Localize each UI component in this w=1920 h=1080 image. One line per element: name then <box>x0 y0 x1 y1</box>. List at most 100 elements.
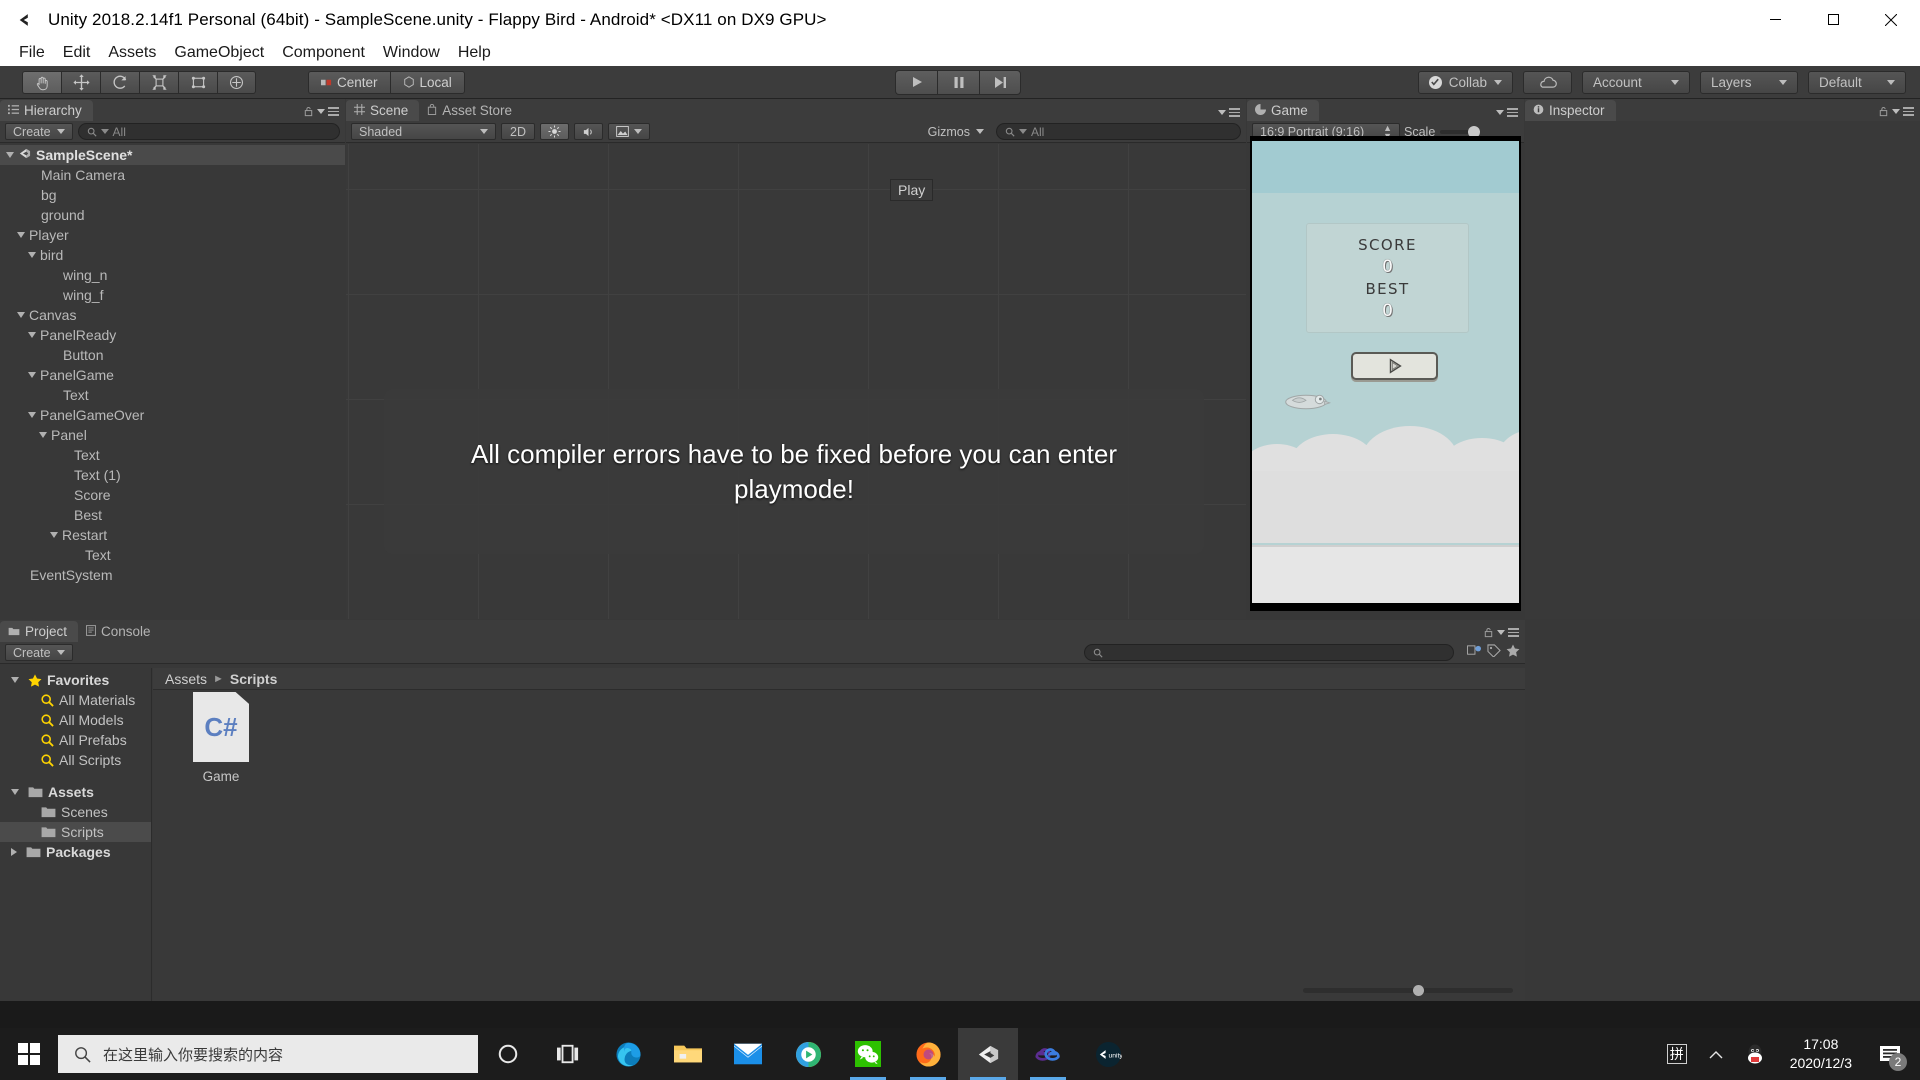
game-viewport[interactable]: SCORE 0 BEST 0 <box>1250 136 1521 611</box>
account-button[interactable]: Account <box>1582 70 1690 94</box>
hierarchy-item[interactable]: Button <box>0 345 345 365</box>
tray-qq-icon[interactable] <box>1736 1028 1774 1080</box>
scene-panel-menu[interactable] <box>1218 108 1240 117</box>
scene-viewport[interactable]: All compiler errors have to be fixed bef… <box>346 144 1246 619</box>
hierarchy-item[interactable]: SampleScene* <box>0 145 345 165</box>
project-tree-item[interactable]: Assets <box>0 782 151 802</box>
tab-inspector[interactable]: Inspector <box>1525 100 1616 121</box>
hierarchy-item[interactable]: Main Camera <box>0 165 345 185</box>
project-tree-item[interactable]: All Scripts <box>0 750 151 770</box>
chevron-down-icon[interactable] <box>28 412 36 418</box>
pivot-mode-button[interactable]: Center <box>308 70 390 94</box>
cloud-services-button[interactable] <box>1523 70 1572 94</box>
hierarchy-item[interactable]: PanelGame <box>0 365 345 385</box>
close-button[interactable] <box>1862 0 1920 39</box>
game-restart-button[interactable] <box>1351 352 1438 380</box>
rect-tool-icon[interactable] <box>178 70 217 94</box>
tray-overflow-chevron-icon[interactable] <box>1700 1028 1732 1080</box>
space-mode-button[interactable]: Local <box>389 70 465 94</box>
project-asset-browser[interactable]: Assets ► Scripts C# Game <box>153 668 1525 1001</box>
taskbar-app-unity-hub[interactable]: unity <box>1078 1028 1138 1080</box>
tab-asset-store[interactable]: Asset Store <box>419 100 524 121</box>
menu-window[interactable]: Window <box>374 41 449 65</box>
scene-effects-toggle[interactable] <box>607 123 650 140</box>
favorite-star-icon[interactable] <box>1506 643 1520 662</box>
chevron-down-icon[interactable] <box>11 677 19 683</box>
asset-size-slider[interactable] <box>1303 985 1513 996</box>
hierarchy-item[interactable]: bg <box>0 185 345 205</box>
scene-search-input[interactable]: All <box>996 123 1241 140</box>
chevron-down-icon[interactable] <box>28 252 36 258</box>
project-tree-item[interactable]: All Models <box>0 710 151 730</box>
hierarchy-tree[interactable]: SampleScene* Main Camera bg ground Player bir… <box>0 143 345 585</box>
scene-lighting-toggle[interactable] <box>539 123 569 140</box>
chevron-down-icon[interactable] <box>28 372 36 378</box>
chevron-right-icon[interactable] <box>11 848 17 856</box>
hierarchy-item[interactable]: ground <box>0 205 345 225</box>
taskbar-app-unity-editor[interactable] <box>958 1028 1018 1080</box>
action-center-button[interactable]: 2 <box>1868 1028 1912 1080</box>
scene-2d-toggle[interactable]: 2D <box>501 123 535 140</box>
hierarchy-item[interactable]: wing_n <box>0 265 345 285</box>
taskbar-app-media-player[interactable] <box>778 1028 838 1080</box>
rotate-tool-icon[interactable] <box>100 70 139 94</box>
breadcrumb-assets[interactable]: Assets <box>165 671 207 687</box>
taskbar-search-input[interactable]: 在这里输入你要搜索的内容 <box>58 1035 478 1073</box>
hierarchy-panel-menu[interactable] <box>303 106 339 117</box>
chevron-down-icon[interactable] <box>17 312 25 318</box>
chevron-down-icon[interactable] <box>17 232 25 238</box>
task-view-icon[interactable] <box>538 1028 598 1080</box>
taskbar-app-firefox[interactable] <box>898 1028 958 1080</box>
cortana-icon[interactable] <box>478 1028 538 1080</box>
hierarchy-item[interactable]: PanelGameOver <box>0 405 345 425</box>
menu-file[interactable]: File <box>10 41 54 65</box>
menu-edit[interactable]: Edit <box>54 41 100 65</box>
taskbar-app-wechat[interactable] <box>838 1028 898 1080</box>
taskbar-app-mail[interactable] <box>718 1028 778 1080</box>
project-tree-item[interactable]: Scripts <box>0 822 151 842</box>
project-tree-item[interactable]: Scenes <box>0 802 151 822</box>
hierarchy-item[interactable]: Best <box>0 505 345 525</box>
collab-button[interactable]: Collab <box>1417 70 1513 94</box>
start-button[interactable] <box>0 1028 58 1080</box>
hierarchy-item[interactable]: Score <box>0 485 345 505</box>
tab-project[interactable]: Project <box>0 621 79 642</box>
hierarchy-item[interactable]: Canvas <box>0 305 345 325</box>
chevron-down-icon[interactable] <box>6 152 14 158</box>
game-panel-menu[interactable] <box>1496 108 1518 117</box>
hand-tool-icon[interactable] <box>22 70 61 94</box>
hierarchy-item[interactable]: EventSystem <box>0 565 345 585</box>
pause-button[interactable] <box>937 69 979 95</box>
tab-game[interactable]: Game <box>1247 100 1319 121</box>
hierarchy-search-input[interactable]: All <box>77 123 340 140</box>
tab-scene[interactable]: Scene <box>346 100 420 121</box>
project-tree-item[interactable]: All Prefabs <box>0 730 151 750</box>
hierarchy-item[interactable]: Text <box>0 445 345 465</box>
taskbar-app-edge[interactable] <box>598 1028 658 1080</box>
hierarchy-item[interactable]: Restart <box>0 525 345 545</box>
inspector-panel-menu[interactable] <box>1878 106 1914 117</box>
hierarchy-create-button[interactable]: Create <box>5 123 73 140</box>
project-tree-item[interactable]: Packages <box>0 842 151 862</box>
taskbar-app-file-explorer[interactable] <box>658 1028 718 1080</box>
menu-component[interactable]: Component <box>273 41 374 65</box>
hierarchy-item[interactable]: Text <box>0 385 345 405</box>
maximize-button[interactable] <box>1804 0 1862 39</box>
project-create-button[interactable]: Create <box>5 644 73 661</box>
project-tree-item[interactable]: All Materials <box>0 690 151 710</box>
scene-draw-mode-dropdown[interactable]: Shaded <box>351 123 496 140</box>
step-button[interactable] <box>979 69 1021 95</box>
project-search-input[interactable] <box>1084 644 1454 661</box>
chevron-down-icon[interactable] <box>11 789 19 795</box>
asset-item-game[interactable]: C# Game <box>185 692 257 784</box>
project-tree-item[interactable]: Favorites <box>0 670 151 690</box>
hierarchy-item[interactable]: PanelReady <box>0 325 345 345</box>
project-folder-tree[interactable]: Favorites All Materials All Models All Pref… <box>0 668 152 1001</box>
layout-button[interactable]: Default <box>1808 70 1906 94</box>
scene-gizmos-dropdown[interactable]: Gizmos <box>921 123 991 140</box>
tray-ime-indicator[interactable]: 拼 <box>1658 1028 1696 1080</box>
chevron-down-icon[interactable] <box>39 432 47 438</box>
chevron-down-icon[interactable] <box>50 532 58 538</box>
taskbar-app-visual-studio[interactable] <box>1018 1028 1078 1080</box>
hierarchy-item[interactable]: Text (1) <box>0 465 345 485</box>
